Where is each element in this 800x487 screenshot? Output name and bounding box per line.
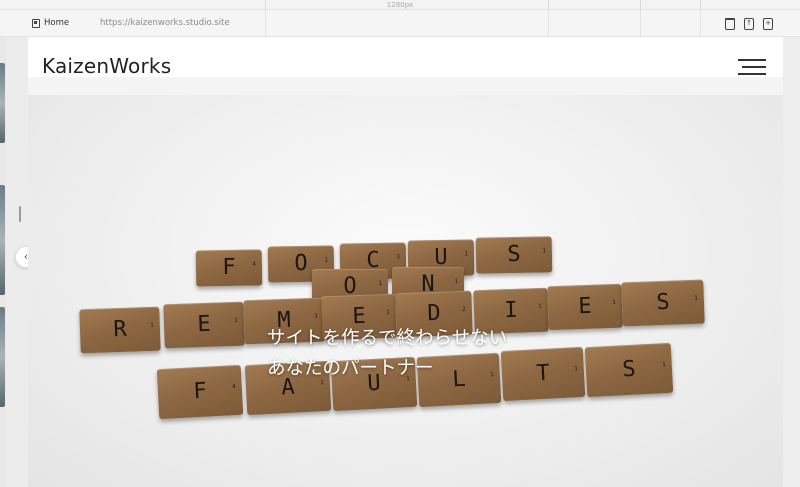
page-name[interactable]: Home xyxy=(44,18,69,28)
letter-tile: F4 xyxy=(156,364,244,420)
hero-headline-line1[interactable]: サイトを作るで終わらせない xyxy=(267,324,627,350)
toolbar-divider xyxy=(548,10,549,37)
letter-tile: S1 xyxy=(621,279,705,327)
hamburger-menu-icon[interactable] xyxy=(738,59,766,77)
hero-headline-line2[interactable]: あなたのパートナー xyxy=(267,354,627,380)
site-header: KaizenWorks xyxy=(28,37,783,78)
header-spacer xyxy=(28,77,783,95)
site-canvas: KaizenWorks F4 O1 C3 U1 S1 O1 N1 R1 E1 M… xyxy=(28,37,783,487)
letter-tile: R1 xyxy=(79,306,161,354)
site-logo[interactable]: KaizenWorks xyxy=(42,54,171,78)
page-thumbnail-strip xyxy=(0,37,6,487)
page-thumbnail[interactable] xyxy=(0,307,5,407)
letter-tile: S1 xyxy=(475,236,553,274)
add-page-before-icon[interactable]: ↑ xyxy=(744,18,754,30)
right-panel-edge xyxy=(783,37,800,487)
site-url[interactable]: https://kaizenworks.studio.site xyxy=(100,18,230,28)
hero-section: F4 O1 C3 U1 S1 O1 N1 R1 E1 M3 E1 D2 I1 E… xyxy=(28,95,783,487)
trash-icon[interactable] xyxy=(725,18,735,30)
ruler-width-label: 1280px xyxy=(386,1,414,9)
editor-toolbar: Home https://kaizenworks.studio.site ↑ + xyxy=(0,10,800,37)
add-page-after-icon[interactable]: + xyxy=(763,18,773,30)
toolbar-divider xyxy=(700,10,701,37)
page-thumbnail[interactable] xyxy=(0,185,5,295)
page-thumbnail[interactable] xyxy=(0,63,5,143)
width-ruler: 1280px xyxy=(0,0,800,10)
page-icon[interactable] xyxy=(32,19,40,28)
letter-tile: F4 xyxy=(195,249,263,287)
letter-tile: E1 xyxy=(163,301,245,349)
toolbar-divider xyxy=(640,10,641,37)
resize-handle-left[interactable] xyxy=(19,206,21,222)
toolbar-divider xyxy=(265,10,266,37)
